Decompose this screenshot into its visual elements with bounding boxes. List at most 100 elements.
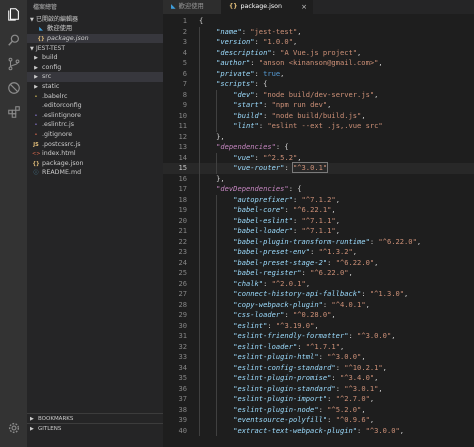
- code-line[interactable]: 14 "vue": "^2.5.2",: [163, 152, 474, 163]
- code-line[interactable]: 18 "autoprefixer": "^7.1.2",: [163, 194, 474, 205]
- tree-file[interactable]: • .eslintignore: [27, 111, 163, 121]
- line-number: 24: [178, 257, 187, 267]
- indent-guide: [199, 404, 200, 415]
- code-line[interactable]: 4 "description": "A Vue.js project",: [163, 47, 474, 58]
- indent-guide: [216, 373, 218, 384]
- line-number: 30: [178, 320, 187, 330]
- indent-guide: [199, 215, 200, 226]
- open-editor-item[interactable]: ◣ 歡迎使用: [27, 24, 163, 34]
- code-line[interactable]: 36 "eslint-plugin-standard": "^3.0.1",: [163, 383, 474, 394]
- code-line[interactable]: 39 "eventsource-polyfill": "^0.9.6",: [163, 415, 474, 426]
- code-line[interactable]: 22 "babel-plugin-transform-runtime": "^6.…: [163, 236, 474, 247]
- tab-package-json[interactable]: {} package.json ×: [221, 0, 313, 14]
- open-editors-header[interactable]: ▼ 已開啟的編輯器: [27, 15, 163, 24]
- tree-file[interactable]: JS .postcssrc.js: [27, 140, 163, 150]
- code-line[interactable]: 3 "version": "1.0.0",: [163, 37, 474, 48]
- files-icon[interactable]: [0, 2, 27, 26]
- tree-file[interactable]: ⓘ README.md: [27, 168, 163, 178]
- code-line[interactable]: 6 "private": true,: [163, 68, 474, 79]
- search-icon[interactable]: [0, 28, 27, 52]
- tab-label: package.json: [240, 3, 283, 10]
- indent-guide: [199, 110, 200, 121]
- code-line[interactable]: 27 "connect-history-api-fallback": "^1.3.…: [163, 289, 474, 300]
- indent-guide: [199, 268, 200, 279]
- code-line[interactable]: 37 "eslint-plugin-import": "^2.7.0",: [163, 394, 474, 405]
- code-line[interactable]: 28 "copy-webpack-plugin": "^4.0.1",: [163, 299, 474, 310]
- code-text: "dev": "node build/dev-server.js",: [233, 89, 379, 99]
- code-line[interactable]: 33 "eslint-plugin-html": "^3.0.0",: [163, 352, 474, 363]
- code-line[interactable]: 2 "name": "jest-test",: [163, 26, 474, 37]
- code-line[interactable]: 40 "extract-text-webpack-plugin": "^3.0.0…: [163, 425, 474, 436]
- code-line[interactable]: 32 "eslint-loader": "^1.7.1",: [163, 341, 474, 352]
- code-line[interactable]: 21 "babel-loader": "^7.1.1",: [163, 226, 474, 237]
- tree-file[interactable]: • .babelrc: [27, 92, 163, 102]
- gitlens-section[interactable]: ▶ GITLENS: [27, 423, 163, 433]
- debug-icon[interactable]: [0, 76, 27, 100]
- gear-icon[interactable]: [0, 416, 27, 440]
- open-editor-label: package.json: [47, 34, 89, 42]
- code-line[interactable]: 24 "babel-preset-stage-2": "^6.22.0",: [163, 257, 474, 268]
- indent-guide: [199, 152, 200, 163]
- line-number: 22: [178, 236, 187, 246]
- tree-folder[interactable]: ▶ config: [27, 63, 163, 73]
- indent-guide: [199, 163, 200, 174]
- code-line[interactable]: 9 "start": "npm run dev",: [163, 100, 474, 111]
- indent-guide: [199, 58, 200, 69]
- code-line[interactable]: 1{: [163, 16, 474, 27]
- code-line[interactable]: 25 "babel-register": "^6.22.0",: [163, 268, 474, 279]
- code-line[interactable]: 16},: [163, 173, 474, 184]
- open-editor-item[interactable]: {} package.json: [27, 33, 163, 44]
- code-line[interactable]: 20 "babel-eslint": "^7.1.1",: [163, 215, 474, 226]
- extensions-icon[interactable]: [0, 100, 27, 124]
- bookmarks-label: BOOKMARKS: [38, 416, 74, 422]
- project-header[interactable]: ▼ JEST-TEST: [27, 44, 163, 53]
- tab-welcome[interactable]: ◣ 歡迎使用: [163, 0, 221, 14]
- code-line[interactable]: 13 "dependencies": {: [163, 142, 474, 153]
- code-text: "eslint": "^3.19.0",: [233, 320, 319, 330]
- tree-file[interactable]: <> index.html: [27, 149, 163, 159]
- code-line[interactable]: 31 "eslint-friendly-formatter": "^3.0.0",: [163, 331, 474, 342]
- code-text: "eslint-plugin-import": "^2.7.0",: [233, 394, 375, 403]
- tree-file[interactable]: • .eslintrc.js: [27, 120, 163, 130]
- code-line[interactable]: 35 "eslint-plugin-promise": "^3.4.0",: [163, 373, 474, 384]
- indent-guide: [199, 331, 200, 342]
- indent-guide: [199, 142, 200, 153]
- code-line[interactable]: 11 "lint": "eslint --ext .js,.vue src": [163, 121, 474, 132]
- code-line[interactable]: 8 "dev": "node build/dev-server.js",: [163, 89, 474, 100]
- indent-guide: [216, 289, 218, 300]
- code-line[interactable]: 23 "babel-preset-env": "^1.3.2",: [163, 247, 474, 258]
- indent-guide: [199, 68, 200, 79]
- line-number: 29: [178, 310, 187, 319]
- indent-guide: [216, 331, 218, 342]
- tree-folder[interactable]: ▶ static: [27, 82, 163, 92]
- tree-folder[interactable]: ▶ build: [27, 53, 163, 63]
- tree-file[interactable]: • .gitignore: [27, 130, 163, 140]
- code-line[interactable]: 19 "babel-core": "^6.22.1",: [163, 205, 474, 216]
- code-line[interactable]: 5 "author": "anson <kinanson@gmail.com>",: [163, 58, 474, 69]
- code-line[interactable]: 17 "devDependencies": {: [163, 184, 474, 195]
- source-control-icon[interactable]: [0, 52, 27, 76]
- code-line[interactable]: 26 "chalk": "^2.0.1",: [163, 278, 474, 289]
- json-braces-icon: {}: [37, 35, 45, 42]
- code-line[interactable]: 10 "build": "node build/build.js",: [163, 110, 474, 121]
- code-line[interactable]: 30 "eslint": "^3.19.0",: [163, 320, 474, 331]
- code-line[interactable]: 34 "eslint-config-standard": "^10.2.1",: [163, 362, 474, 373]
- tree-item-label: src: [42, 73, 52, 81]
- code-line[interactable]: 12},: [163, 131, 474, 142]
- code-text: "babel-loader": "^7.1.1",: [233, 226, 340, 235]
- code-text: },: [216, 131, 225, 141]
- tree-folder[interactable]: ▶ src: [27, 72, 163, 82]
- code-editor[interactable]: 1{2 "name": "jest-test", 3 "version": "1.0.…: [163, 14, 474, 447]
- code-line[interactable]: 15 "vue-router": "^3.0.1": [163, 162, 474, 174]
- code-line[interactable]: 38 "eslint-plugin-node": "^5.2.0",: [163, 404, 474, 415]
- bookmarks-section[interactable]: ▶ BOOKMARKS: [27, 413, 163, 423]
- indent-guide: [199, 37, 200, 48]
- close-icon[interactable]: ×: [301, 0, 307, 14]
- line-number: 17: [178, 184, 187, 193]
- code-line[interactable]: 29 "css-loader": "^0.28.0",: [163, 310, 474, 321]
- tree-file[interactable]: {} package.json: [27, 159, 163, 169]
- line-number: 6: [182, 68, 187, 78]
- code-line[interactable]: 7 "scripts": {: [163, 79, 474, 90]
- tree-file[interactable]: .editorconfig: [27, 101, 163, 111]
- indent-guide: [199, 362, 200, 373]
